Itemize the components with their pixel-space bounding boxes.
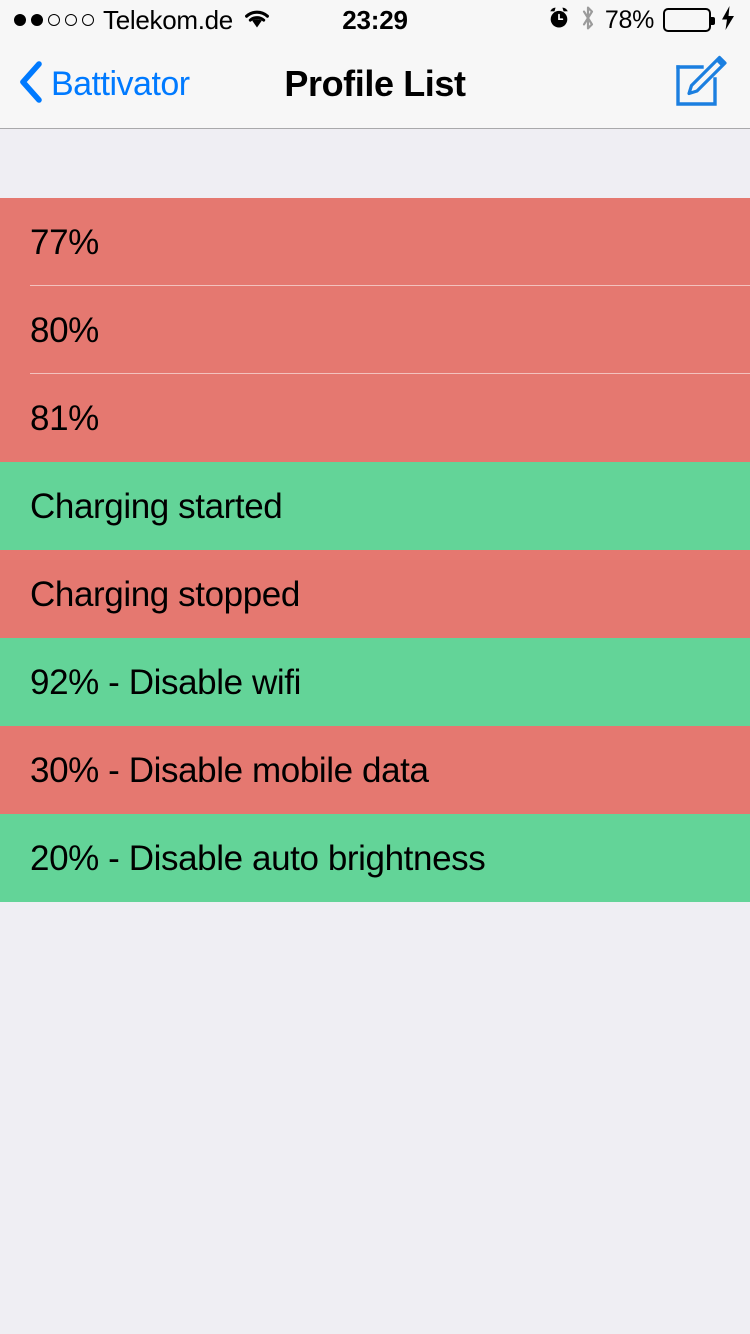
compose-icon	[672, 54, 728, 115]
profile-row[interactable]: 30% - Disable mobile data	[0, 726, 750, 814]
status-bar: Telekom.de 23:29 78%	[0, 0, 750, 40]
signal-dot-3	[48, 14, 60, 26]
list-top-spacer	[0, 129, 750, 198]
profile-row[interactable]: 80%	[0, 286, 750, 374]
signal-dot-5	[82, 14, 94, 26]
profile-row-label: 80%	[30, 310, 99, 350]
profile-row-label: 30% - Disable mobile data	[30, 750, 429, 790]
profile-row[interactable]: 20% - Disable auto brightness	[0, 814, 750, 902]
back-button[interactable]: Battivator	[18, 60, 190, 109]
profile-row-label: Charging started	[30, 486, 283, 526]
status-bar-left: Telekom.de	[14, 7, 272, 34]
app-screen: Telekom.de 23:29 78% Battivator Profile …	[0, 0, 750, 1334]
profile-list: 77% 80% 81% Charging started Charging stoppe…	[0, 198, 750, 902]
signal-dot-2	[31, 14, 43, 26]
profile-row-label: 77%	[30, 222, 99, 262]
compose-button[interactable]	[672, 54, 728, 115]
profile-row[interactable]: 92% - Disable wifi	[0, 638, 750, 726]
bluetooth-icon	[580, 5, 596, 36]
lightning-bolt-icon	[720, 5, 736, 36]
profile-row[interactable]: 81%	[0, 374, 750, 462]
chevron-left-icon	[18, 60, 44, 109]
profile-row[interactable]: Charging stopped	[0, 550, 750, 638]
signal-dot-1	[14, 14, 26, 26]
wifi-icon	[242, 7, 272, 34]
battery-percent-label: 78%	[604, 5, 654, 34]
profile-row-label: 92% - Disable wifi	[30, 662, 301, 702]
profile-row[interactable]: Charging started	[0, 462, 750, 550]
profile-row[interactable]: 77%	[0, 198, 750, 286]
alarm-clock-icon	[547, 6, 571, 35]
battery-icon	[663, 8, 715, 32]
carrier-label: Telekom.de	[103, 5, 233, 35]
profile-row-label: Charging stopped	[30, 574, 300, 614]
list-bottom-area	[0, 902, 750, 1334]
cellular-signal-dots	[14, 14, 94, 26]
profile-row-label: 20% - Disable auto brightness	[30, 838, 486, 878]
status-bar-right: 78%	[547, 5, 736, 36]
navigation-bar: Battivator Profile List	[0, 40, 750, 129]
back-button-label: Battivator	[51, 64, 190, 103]
signal-dot-4	[65, 14, 77, 26]
profile-row-label: 81%	[30, 398, 99, 438]
